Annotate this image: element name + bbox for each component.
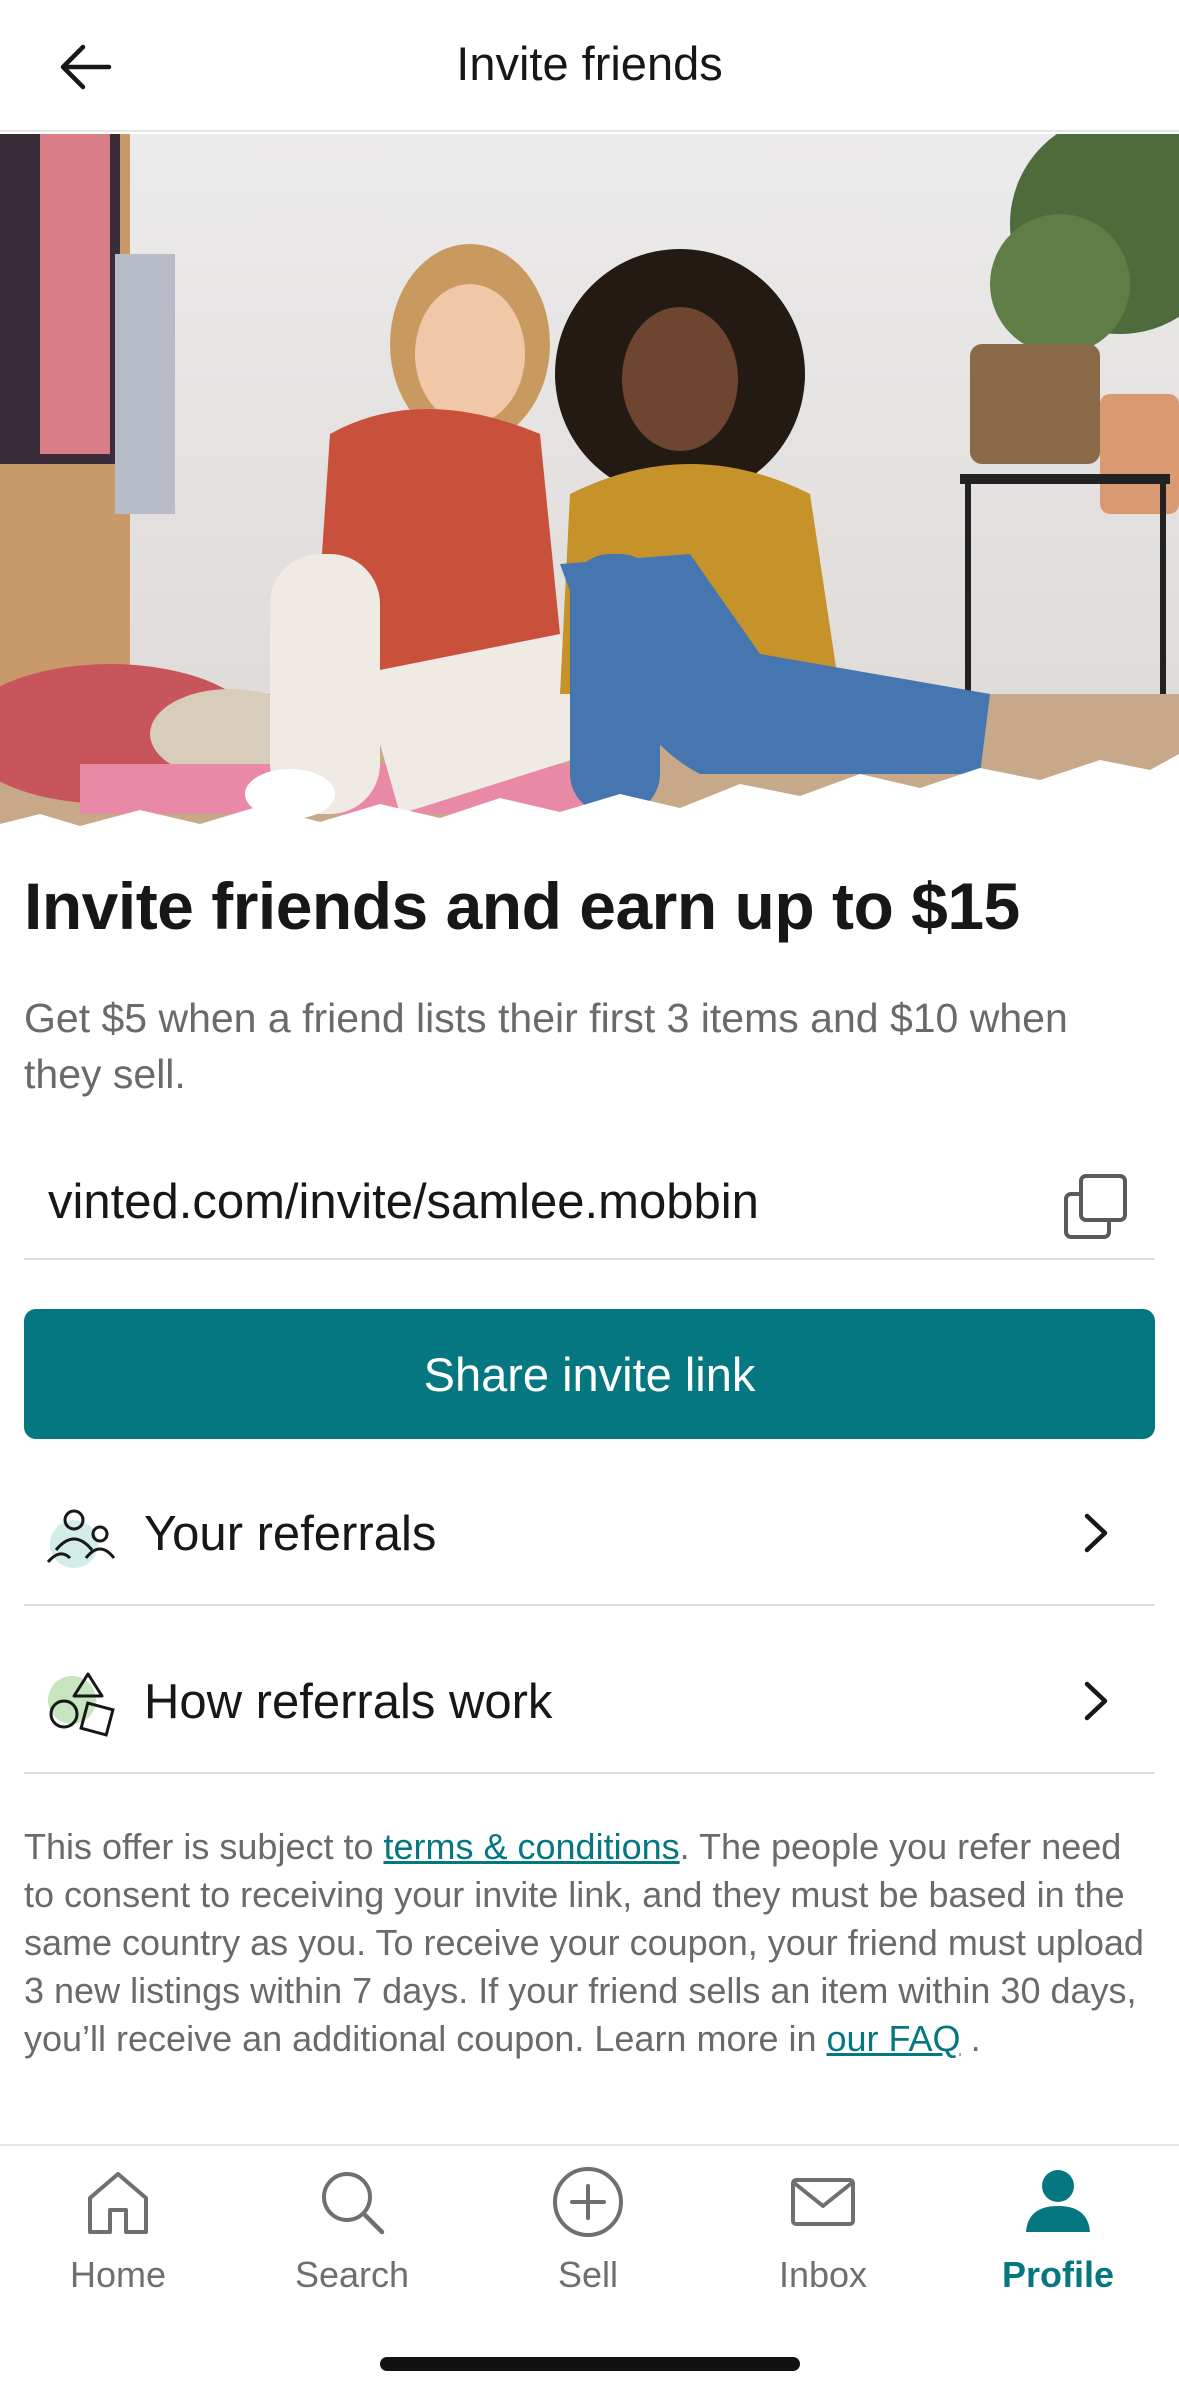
plus-circle-icon	[553, 2167, 623, 2237]
faq-link[interactable]: our FAQ	[827, 2018, 961, 2059]
home-indicator	[380, 2357, 800, 2371]
tab-home[interactable]: Home	[0, 2164, 236, 2314]
legal-prefix: This offer is subject to	[24, 1826, 384, 1867]
mail-icon	[791, 2178, 855, 2226]
your-referrals-label: Your referrals	[144, 1507, 437, 1561]
tab-profile[interactable]: Profile	[940, 2164, 1176, 2314]
profile-icon	[1026, 2170, 1090, 2232]
legal-suffix: .	[960, 2018, 981, 2059]
search-icon	[322, 2172, 385, 2235]
tab-home-label: Home	[69, 2254, 167, 2295]
tab-inbox-label: Inbox	[778, 2254, 868, 2295]
hero-image	[0, 134, 1179, 834]
share-invite-link-button[interactable]: Share invite link	[24, 1309, 1155, 1439]
tab-search[interactable]: Search	[234, 2164, 470, 2314]
promo-subtext: Get $5 when a friend lists their first 3…	[24, 995, 1068, 1097]
tab-search-label: Search	[294, 2254, 410, 2295]
terms-conditions-link[interactable]: terms & conditions	[384, 1826, 680, 1867]
copy-icon	[1064, 1174, 1127, 1239]
how-referrals-work-label: How referrals work	[144, 1675, 553, 1729]
legal-disclaimer: This offer is subject to terms & conditi…	[24, 1823, 1155, 2063]
nav-bar: Invite friends	[0, 0, 1179, 132]
chevron-right-icon	[1084, 1513, 1108, 1553]
chevron-right-icon	[1084, 1681, 1108, 1721]
your-referrals-row[interactable]: Your referrals	[24, 1456, 1155, 1606]
home-icon	[88, 2172, 148, 2234]
people-icon	[46, 1509, 116, 1568]
tab-sell[interactable]: Sell	[470, 2164, 706, 2314]
page-title: Invite friends	[456, 37, 723, 90]
tab-profile-label: Profile	[1001, 2254, 1115, 2295]
invite-url-text: vinted.com/invite/samlee.mobbin	[48, 1175, 759, 1229]
copy-link-button[interactable]	[1061, 1172, 1131, 1242]
tab-sell-label: Sell	[557, 2254, 619, 2295]
invite-link-field[interactable]: vinted.com/invite/samlee.mobbin	[24, 1150, 1155, 1260]
tab-inbox[interactable]: Inbox	[705, 2164, 941, 2314]
how-referrals-work-row[interactable]: How referrals work	[24, 1624, 1155, 1774]
shapes-icon	[48, 1672, 115, 1737]
promo-headline: Invite friends and earn up to $15	[24, 869, 1020, 943]
